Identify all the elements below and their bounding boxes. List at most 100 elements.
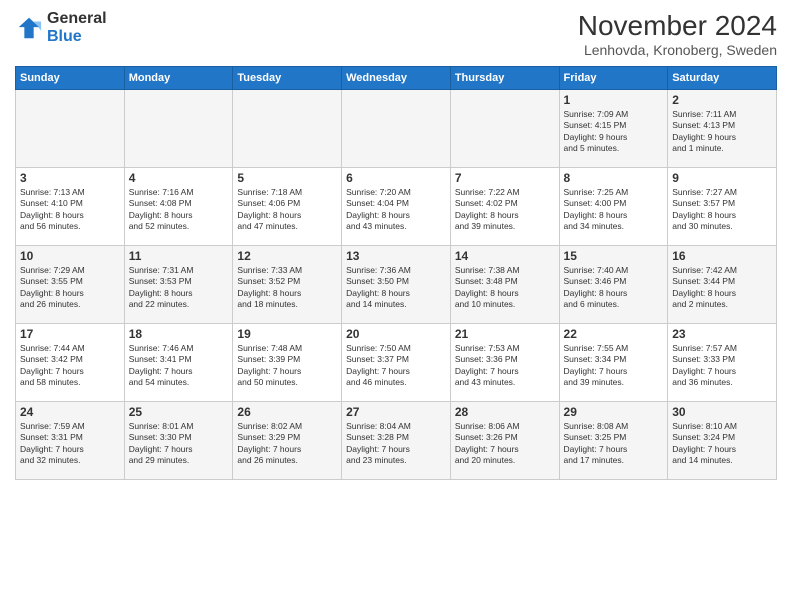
day-info: Sunrise: 7:57 AM Sunset: 3:33 PM Dayligh…: [672, 343, 772, 389]
header-cell-friday: Friday: [559, 67, 668, 90]
day-info: Sunrise: 7:48 AM Sunset: 3:39 PM Dayligh…: [237, 343, 337, 389]
day-info: Sunrise: 7:46 AM Sunset: 3:41 PM Dayligh…: [129, 343, 229, 389]
day-number: 23: [672, 327, 772, 341]
day-number: 17: [20, 327, 120, 341]
header-cell-thursday: Thursday: [450, 67, 559, 90]
page: General Blue November 2024 Lenhovda, Kro…: [0, 0, 792, 612]
header-row: SundayMondayTuesdayWednesdayThursdayFrid…: [16, 67, 777, 90]
day-cell: 21Sunrise: 7:53 AM Sunset: 3:36 PM Dayli…: [450, 324, 559, 402]
day-number: 25: [129, 405, 229, 419]
day-number: 10: [20, 249, 120, 263]
day-cell: 26 Sunrise: 8:02 AM Sunset: 3:29 PM Dayli…: [233, 402, 342, 480]
day-number: 1: [564, 93, 664, 107]
logo-blue: Blue: [47, 28, 107, 46]
day-number: 9: [672, 171, 772, 185]
day-cell: 16 Sunrise: 7:42 AM Sunset: 3:44 PM Dayli…: [668, 246, 777, 324]
day-info: Sunrise: 7:33 AM Sunset: 3:52 PM Dayligh…: [237, 265, 337, 311]
day-number: 24: [20, 405, 120, 419]
day-info: Sunrise: 8:04 AM Sunset: 3:28 PM Dayligh…: [346, 421, 446, 467]
day-number: 2: [672, 93, 772, 107]
day-info: Sunrise: 8:02 AM Sunset: 3:29 PM Dayligh…: [237, 421, 337, 467]
header-cell-monday: Monday: [124, 67, 233, 90]
logo-icon: [15, 14, 43, 42]
day-cell: 5 Sunrise: 7:18 AM Sunset: 4:06 PM Daylig…: [233, 168, 342, 246]
day-info: Sunrise: 7:16 AM Sunset: 4:08 PM Dayligh…: [129, 187, 229, 233]
day-cell: 10Sunrise: 7:29 AM Sunset: 3:55 PM Dayli…: [16, 246, 125, 324]
day-number: 6: [346, 171, 446, 185]
header-cell-sunday: Sunday: [16, 67, 125, 90]
day-number: 27: [346, 405, 446, 419]
day-number: 21: [455, 327, 555, 341]
day-number: 15: [564, 249, 664, 263]
week-row-3: 10Sunrise: 7:29 AM Sunset: 3:55 PM Dayli…: [16, 246, 777, 324]
day-cell: 7 Sunrise: 7:22 AM Sunset: 4:02 PM Daylig…: [450, 168, 559, 246]
day-cell: 29Sunrise: 8:08 AM Sunset: 3:25 PM Dayli…: [559, 402, 668, 480]
day-info: Sunrise: 7:50 AM Sunset: 3:37 PM Dayligh…: [346, 343, 446, 389]
day-cell: 1 Sunrise: 7:09 AM Sunset: 4:15 PM Daylig…: [559, 90, 668, 168]
day-number: 26: [237, 405, 337, 419]
day-number: 12: [237, 249, 337, 263]
day-cell: 20Sunrise: 7:50 AM Sunset: 3:37 PM Dayli…: [342, 324, 451, 402]
day-info: Sunrise: 7:18 AM Sunset: 4:06 PM Dayligh…: [237, 187, 337, 233]
day-cell: 28 Sunrise: 8:06 AM Sunset: 3:26 PM Dayli…: [450, 402, 559, 480]
day-info: Sunrise: 8:06 AM Sunset: 3:26 PM Dayligh…: [455, 421, 555, 467]
day-number: 19: [237, 327, 337, 341]
day-cell: [233, 90, 342, 168]
day-number: 11: [129, 249, 229, 263]
day-cell: 30 Sunrise: 8:10 AM Sunset: 3:24 PM Dayli…: [668, 402, 777, 480]
header-cell-saturday: Saturday: [668, 67, 777, 90]
location: Lenhovda, Kronoberg, Sweden: [578, 42, 777, 58]
day-info: Sunrise: 7:59 AM Sunset: 3:31 PM Dayligh…: [20, 421, 120, 467]
day-cell: 27 Sunrise: 8:04 AM Sunset: 3:28 PM Dayli…: [342, 402, 451, 480]
day-cell: 25Sunrise: 8:01 AM Sunset: 3:30 PM Dayli…: [124, 402, 233, 480]
day-number: 13: [346, 249, 446, 263]
week-row-2: 3Sunrise: 7:13 AM Sunset: 4:10 PM Daylig…: [16, 168, 777, 246]
day-cell: 15Sunrise: 7:40 AM Sunset: 3:46 PM Dayli…: [559, 246, 668, 324]
logo-general: General: [47, 10, 107, 28]
day-cell: 11 Sunrise: 7:31 AM Sunset: 3:53 PM Dayli…: [124, 246, 233, 324]
day-cell: 17 Sunrise: 7:44 AM Sunset: 3:42 PM Dayli…: [16, 324, 125, 402]
day-number: 16: [672, 249, 772, 263]
day-cell: 9 Sunrise: 7:27 AM Sunset: 3:57 PM Daylig…: [668, 168, 777, 246]
day-cell: [16, 90, 125, 168]
day-cell: 12 Sunrise: 7:33 AM Sunset: 3:52 PM Dayli…: [233, 246, 342, 324]
day-info: Sunrise: 7:55 AM Sunset: 3:34 PM Dayligh…: [564, 343, 664, 389]
day-cell: 24 Sunrise: 7:59 AM Sunset: 3:31 PM Dayli…: [16, 402, 125, 480]
day-cell: [342, 90, 451, 168]
day-info: Sunrise: 7:27 AM Sunset: 3:57 PM Dayligh…: [672, 187, 772, 233]
day-info: Sunrise: 7:44 AM Sunset: 3:42 PM Dayligh…: [20, 343, 120, 389]
day-info: Sunrise: 7:31 AM Sunset: 3:53 PM Dayligh…: [129, 265, 229, 311]
day-cell: 8 Sunrise: 7:25 AM Sunset: 4:00 PM Daylig…: [559, 168, 668, 246]
logo-text: General Blue: [47, 10, 107, 45]
day-number: 4: [129, 171, 229, 185]
day-cell: 14Sunrise: 7:38 AM Sunset: 3:48 PM Dayli…: [450, 246, 559, 324]
day-info: Sunrise: 7:42 AM Sunset: 3:44 PM Dayligh…: [672, 265, 772, 311]
day-info: Sunrise: 7:11 AM Sunset: 4:13 PM Dayligh…: [672, 109, 772, 155]
day-cell: 13 Sunrise: 7:36 AM Sunset: 3:50 PM Dayli…: [342, 246, 451, 324]
week-row-4: 17 Sunrise: 7:44 AM Sunset: 3:42 PM Dayli…: [16, 324, 777, 402]
day-cell: 19 Sunrise: 7:48 AM Sunset: 3:39 PM Dayli…: [233, 324, 342, 402]
header: General Blue November 2024 Lenhovda, Kro…: [15, 10, 777, 58]
day-info: Sunrise: 8:10 AM Sunset: 3:24 PM Dayligh…: [672, 421, 772, 467]
day-number: 28: [455, 405, 555, 419]
day-cell: 6Sunrise: 7:20 AM Sunset: 4:04 PM Daylig…: [342, 168, 451, 246]
day-info: Sunrise: 7:36 AM Sunset: 3:50 PM Dayligh…: [346, 265, 446, 311]
day-cell: [124, 90, 233, 168]
day-number: 7: [455, 171, 555, 185]
day-cell: 3Sunrise: 7:13 AM Sunset: 4:10 PM Daylig…: [16, 168, 125, 246]
calendar-table: SundayMondayTuesdayWednesdayThursdayFrid…: [15, 66, 777, 480]
day-number: 29: [564, 405, 664, 419]
day-info: Sunrise: 7:22 AM Sunset: 4:02 PM Dayligh…: [455, 187, 555, 233]
day-info: Sunrise: 7:38 AM Sunset: 3:48 PM Dayligh…: [455, 265, 555, 311]
month-title: November 2024: [578, 10, 777, 42]
day-info: Sunrise: 7:09 AM Sunset: 4:15 PM Dayligh…: [564, 109, 664, 155]
week-row-1: 1 Sunrise: 7:09 AM Sunset: 4:15 PM Daylig…: [16, 90, 777, 168]
day-cell: 23 Sunrise: 7:57 AM Sunset: 3:33 PM Dayli…: [668, 324, 777, 402]
logo: General Blue: [15, 10, 107, 45]
day-info: Sunrise: 7:25 AM Sunset: 4:00 PM Dayligh…: [564, 187, 664, 233]
header-cell-tuesday: Tuesday: [233, 67, 342, 90]
day-number: 8: [564, 171, 664, 185]
day-number: 5: [237, 171, 337, 185]
day-info: Sunrise: 7:13 AM Sunset: 4:10 PM Dayligh…: [20, 187, 120, 233]
day-number: 30: [672, 405, 772, 419]
